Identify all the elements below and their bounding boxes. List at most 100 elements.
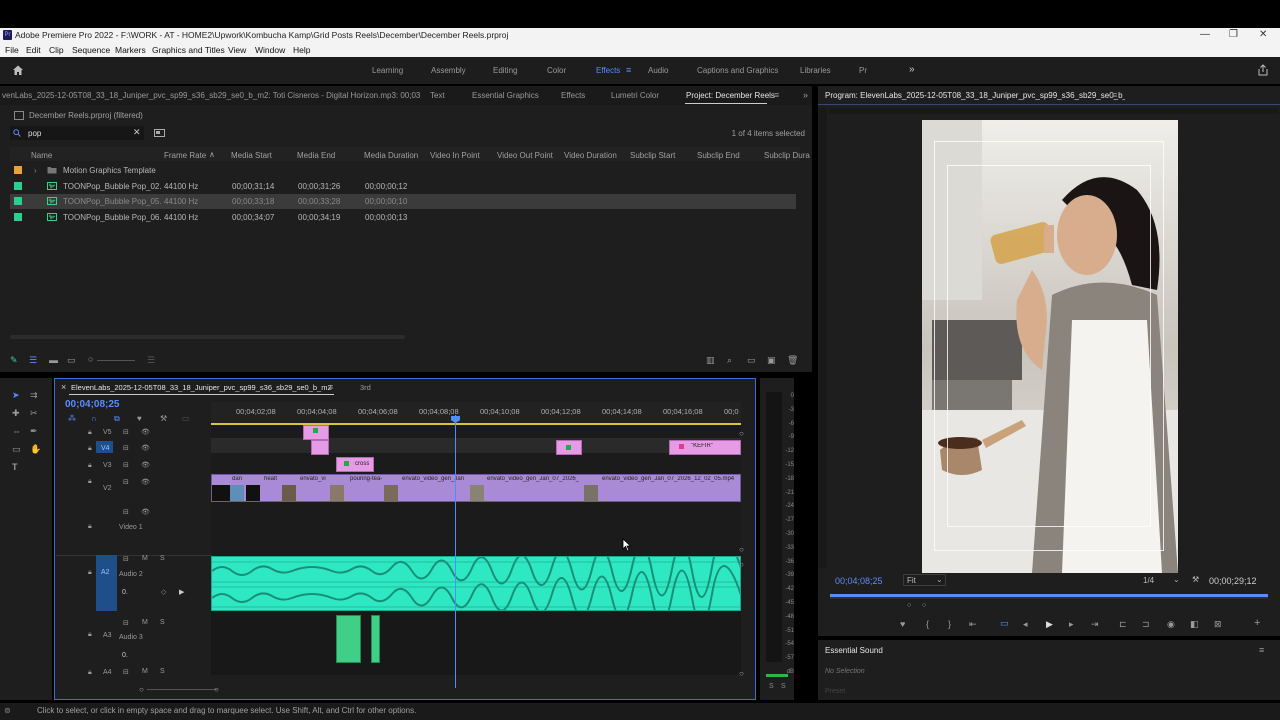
tab-lumetri-color[interactable]: Lumetri Color [611, 91, 659, 100]
horizontal-zoom-handle-right[interactable]: ○ [214, 685, 219, 694]
menu-graphics-and-titles[interactable]: Graphics and Titles [152, 45, 225, 55]
slip-tool-icon[interactable]: ⇔ [12, 426, 21, 436]
sync-lock-icon[interactable]: ⊟ [123, 428, 129, 436]
workspace-audio[interactable]: Audio [648, 66, 668, 75]
mark-out-icon[interactable]: } [948, 619, 951, 629]
eye-icon[interactable]: 👁︎ [141, 428, 150, 436]
clip-v5[interactable] [303, 425, 329, 440]
mute-button[interactable]: M [142, 668, 148, 675]
play-icon[interactable]: ▶ [1046, 619, 1053, 629]
table-row-selected[interactable]: TOONPop_Bubble Pop_05. 44100 Hz 00;00;33… [10, 194, 796, 209]
snap-icon[interactable]: ∩ [91, 414, 97, 424]
workspace-assembly[interactable]: Assembly [431, 66, 466, 75]
sync-lock-icon[interactable]: ⊟ [123, 444, 129, 452]
zoom-slider-track[interactable] [97, 360, 135, 361]
label-color-chip[interactable] [14, 182, 22, 190]
tab-project[interactable]: Project: December Reels [686, 91, 775, 100]
track-name-a2[interactable]: A2 [101, 569, 110, 576]
mark-in-icon[interactable]: { [926, 619, 929, 629]
tab-source[interactable]: venLabs_2025-12-05T08_33_18_Juniper_pvc_… [2, 91, 420, 100]
rectangle-tool-icon[interactable]: ▭ [12, 444, 21, 454]
mute-button[interactable]: M [142, 555, 148, 562]
workspace-effects[interactable]: Effects [596, 66, 620, 75]
workspace-menu-icon[interactable]: ≡ [626, 65, 631, 75]
trash-icon[interactable]: 🗑 [787, 355, 798, 365]
step-back-icon[interactable]: ◂ [1023, 619, 1028, 629]
solo-button[interactable]: S [160, 619, 165, 626]
audio-clip-a3-2[interactable] [371, 615, 380, 663]
new-item-icon[interactable]: ▣ [767, 355, 776, 365]
in-out-handle-right[interactable]: ○ [922, 602, 926, 609]
table-row[interactable]: TOONPop_Bubble Pop_02. 44100 Hz 00;00;31… [10, 178, 800, 194]
type-tool-icon[interactable]: T [12, 462, 18, 472]
sequence-menu-icon[interactable]: ≡ [328, 382, 333, 392]
vertical-zoom-handle[interactable]: ○ [739, 669, 744, 678]
workspace-captions-and-graphics[interactable]: Captions and Graphics [697, 66, 778, 75]
find-icon[interactable]: ⌕ [727, 355, 732, 365]
col-frame-rate[interactable]: Frame Rate [164, 151, 206, 160]
zoom-select-box[interactable] [903, 574, 946, 586]
lock-icon[interactable]: 🔒︎ [88, 478, 92, 486]
solo-left-button[interactable]: S [769, 683, 774, 690]
essential-sound-title[interactable]: Essential Sound [825, 646, 883, 655]
minimize-icon[interactable]: — [1200, 29, 1210, 40]
lock-icon[interactable]: 🔒︎ [88, 462, 92, 470]
col-subclip-end[interactable]: Subclip End [697, 151, 740, 160]
go-to-in-icon[interactable]: ⇤ [969, 619, 977, 629]
add-marker-icon[interactable]: ♥ [137, 414, 142, 424]
lift-icon[interactable]: ⊏ [1119, 619, 1127, 629]
col-video-duration[interactable]: Video Duration [564, 151, 617, 160]
tab-text[interactable]: Text [430, 91, 445, 100]
timeline-timecode[interactable]: 00;04;08;25 [65, 399, 119, 410]
mute-button[interactable]: M [142, 619, 148, 626]
vertical-zoom-handle[interactable]: ○ [739, 545, 744, 554]
track-name-v2[interactable]: V2 [103, 485, 112, 492]
search-box[interactable]: pop ✕ [10, 126, 144, 140]
menu-help[interactable]: Help [293, 45, 310, 55]
wrench-icon[interactable]: ⚒ [1192, 575, 1199, 584]
lock-icon[interactable]: 🔒︎ [88, 445, 92, 453]
panels-overflow-icon[interactable]: » [803, 90, 808, 100]
menu-markers[interactable]: Markers [115, 45, 146, 55]
program-timecode[interactable]: 00;04;08;25 [835, 576, 883, 586]
freeform-view-icon[interactable]: ▭ [67, 355, 76, 365]
clip-v4-b[interactable] [556, 440, 582, 455]
menu-view[interactable]: View [228, 45, 246, 55]
time-ruler[interactable] [211, 402, 741, 424]
go-to-out-icon[interactable]: ⇥ [1091, 619, 1099, 629]
nest-toggle-icon[interactable]: ⁂ [68, 414, 76, 424]
add-marker-icon[interactable]: ♥ [900, 619, 905, 629]
track-target-a2[interactable] [96, 555, 117, 611]
sync-lock-icon[interactable]: ⊟ [123, 508, 129, 516]
export-frame-icon[interactable]: ◉ [1167, 619, 1175, 629]
volume-value[interactable]: 0. [122, 652, 128, 659]
program-title[interactable]: Program: ElevenLabs_2025-12-05T08_33_18_… [825, 91, 1125, 100]
folder-expand-icon[interactable]: › [34, 166, 37, 175]
table-row[interactable]: TOONPop_Bubble Pop_06. 44100 Hz 00;00;34… [10, 209, 800, 225]
menu-clip[interactable]: Clip [49, 45, 64, 55]
horizontal-scrollbar[interactable] [10, 335, 405, 339]
new-bin-icon[interactable]: ▭ [747, 355, 756, 365]
sort-icon[interactable]: ☰ [147, 355, 155, 365]
comparison-view-icon[interactable]: ◧ [1190, 619, 1199, 629]
tab-effects[interactable]: Effects [561, 91, 585, 100]
track-name-a4[interactable]: A4 [103, 669, 112, 676]
track-divider[interactable] [56, 555, 212, 556]
track-v4-lane[interactable] [211, 438, 741, 453]
track-name-v3[interactable]: V3 [103, 462, 112, 469]
linked-selection-icon[interactable]: ⧉ [114, 414, 120, 424]
zoom-slider-handle[interactable]: ○ [88, 354, 93, 364]
col-subclip-duration[interactable]: Subclip Dura [764, 151, 810, 160]
automate-to-sequence-icon[interactable]: ▥ [706, 355, 715, 365]
timeline-settings-icon[interactable]: ⚒ [160, 414, 167, 424]
step-forward-icon[interactable]: ▸ [1069, 619, 1074, 629]
track-label-audio3[interactable]: Audio 3 [119, 634, 143, 641]
track-select-tool-icon[interactable]: ⇉ [30, 390, 38, 400]
label-color-chip[interactable] [14, 166, 22, 174]
workspaces-overflow-icon[interactable]: » [909, 64, 915, 75]
icon-view-icon[interactable]: ▬ [49, 355, 58, 365]
selection-tool-icon[interactable]: ➤ [12, 390, 20, 400]
solo-button[interactable]: S [160, 668, 165, 675]
hand-tool-icon[interactable]: ✋ [30, 444, 41, 454]
maximize-icon[interactable]: ❐ [1229, 29, 1238, 40]
